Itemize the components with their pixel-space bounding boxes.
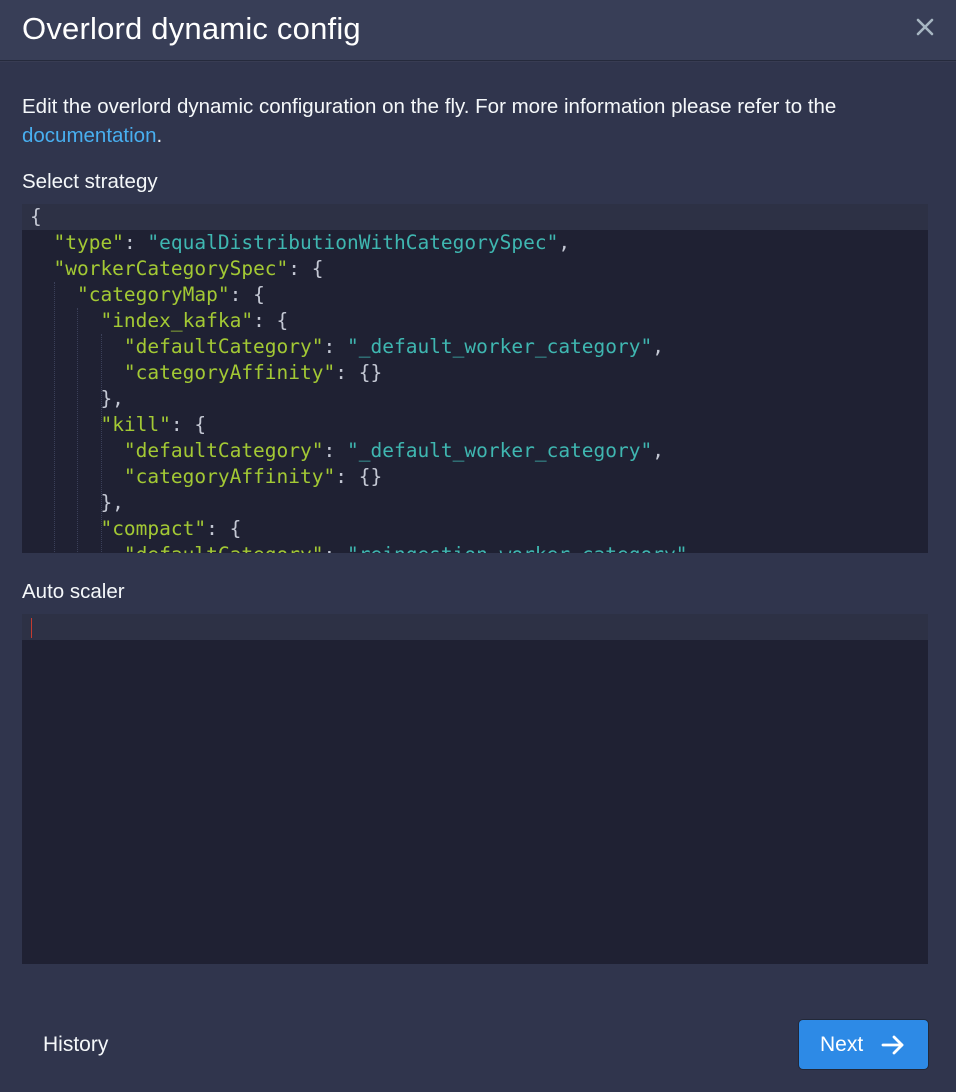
json-key: "defaultCategory"	[124, 543, 324, 553]
json-punctuation	[30, 439, 124, 462]
code-line: {	[22, 204, 928, 230]
history-button[interactable]: History	[28, 1025, 128, 1065]
dialog-title: Overlord dynamic config	[22, 11, 361, 46]
json-punctuation: : {	[288, 257, 324, 280]
json-punctuation: :	[323, 335, 347, 358]
json-punctuation: ,	[652, 439, 664, 462]
json-key: "index_kafka"	[100, 309, 254, 332]
json-punctuation: ,	[558, 231, 571, 254]
auto-scaler-json-editor[interactable]	[22, 614, 928, 964]
code-line: },	[22, 386, 928, 412]
code-line: },	[22, 490, 928, 516]
json-punctuation: : {}	[335, 465, 383, 488]
json-punctuation: : {	[170, 413, 207, 436]
json-punctuation: : {}	[335, 361, 383, 384]
json-punctuation: : {	[206, 517, 242, 540]
description-suffix: .	[156, 124, 163, 147]
next-button-label: Next	[820, 1033, 864, 1056]
dialog-description: Edit the overlord dynamic configuration …	[22, 92, 934, 150]
json-punctuation	[30, 543, 124, 553]
json-key: "compact"	[100, 517, 207, 540]
arrow-right-icon	[881, 1035, 904, 1055]
code-line: "kill": {	[22, 412, 928, 438]
code-line: "defaultCategory": "_default_worker_cate…	[22, 334, 928, 360]
json-key: "workerCategorySpec"	[53, 257, 289, 280]
json-string: "reingestion_worker_category"	[347, 543, 687, 553]
json-punctuation	[30, 517, 100, 540]
json-punctuation	[30, 413, 100, 436]
active-line-highlight	[22, 614, 928, 640]
code-line: "categoryAffinity": {}	[22, 360, 928, 386]
json-punctuation	[30, 309, 100, 332]
code-line: "type": "equalDistributionWithCategorySp…	[22, 230, 928, 256]
json-key: "categoryAffinity"	[123, 361, 336, 384]
json-key: "defaultCategory"	[123, 439, 324, 462]
json-punctuation: : {	[229, 283, 265, 306]
description-text: Edit the overlord dynamic configuration …	[22, 95, 837, 118]
json-string: "equalDistributionWithCategorySpec"	[147, 231, 559, 254]
json-punctuation: ,	[652, 335, 664, 358]
json-punctuation	[30, 335, 124, 358]
code-line: "defaultCategory": "reingestion_worker_c…	[22, 542, 928, 553]
auto-scaler-label: Auto scaler	[22, 580, 125, 603]
json-punctuation	[30, 257, 53, 280]
json-punctuation: : {	[253, 309, 289, 332]
json-string: "_default_worker_category"	[347, 439, 653, 462]
code-line: "categoryMap": {	[22, 282, 928, 308]
dialog-header: Overlord dynamic config	[0, 0, 956, 61]
strategy-json-editor[interactable]: { "type": "equalDistributionWithCategory…	[22, 204, 928, 553]
next-button[interactable]: Next	[799, 1020, 928, 1069]
select-strategy-label: Select strategy	[22, 170, 158, 193]
json-punctuation	[30, 465, 124, 488]
code-line: "workerCategorySpec": {	[22, 256, 928, 282]
json-punctuation	[30, 361, 124, 384]
json-punctuation: ,	[687, 543, 699, 553]
json-punctuation	[30, 231, 53, 254]
json-key: "kill"	[100, 413, 171, 436]
documentation-link[interactable]: documentation	[22, 124, 156, 147]
json-punctuation: :	[323, 439, 347, 462]
json-key: "categoryMap"	[76, 283, 230, 306]
text-cursor	[31, 618, 32, 638]
code-line: "index_kafka": {	[22, 308, 928, 334]
json-punctuation: :	[123, 231, 148, 254]
code-line: "categoryAffinity": {}	[22, 464, 928, 490]
json-string: "_default_worker_category"	[347, 335, 653, 358]
code-line: "compact": {	[22, 516, 928, 542]
json-punctuation	[30, 283, 77, 306]
code-line: "defaultCategory": "_default_worker_cate…	[22, 438, 928, 464]
json-punctuation: {	[30, 205, 42, 228]
json-punctuation: :	[324, 543, 347, 553]
json-punctuation: },	[30, 387, 124, 410]
json-key: "categoryAffinity"	[123, 465, 336, 488]
close-icon[interactable]	[912, 14, 938, 40]
json-key: "type"	[53, 231, 124, 254]
json-punctuation: },	[30, 491, 124, 514]
json-key: "defaultCategory"	[123, 335, 324, 358]
